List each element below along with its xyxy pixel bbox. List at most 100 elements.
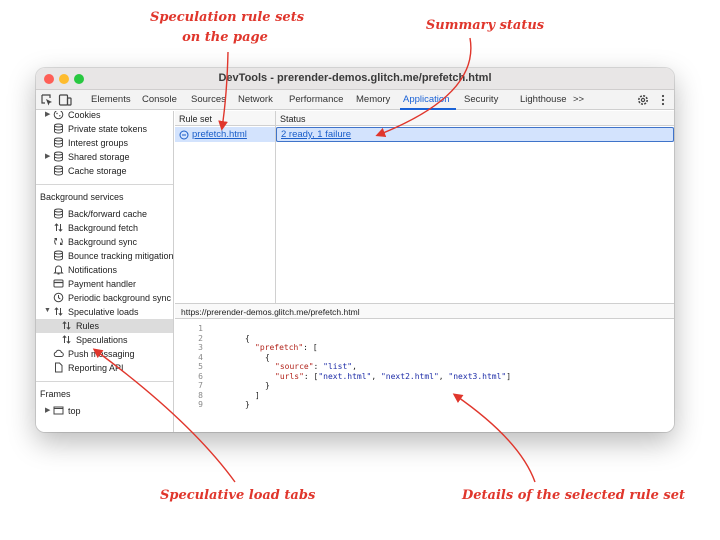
line-number: 6: [198, 371, 203, 381]
sidebar-item-label: top: [68, 406, 81, 416]
code-token: }: [245, 400, 250, 409]
expand-triangle-icon[interactable]: ▶: [45, 406, 50, 414]
sidebar-item-label: Interest groups: [68, 138, 129, 148]
more-tabs-button[interactable]: >>: [573, 94, 584, 105]
sidebar-item-cache-storage[interactable]: Cache storage: [36, 164, 173, 178]
up-down-arrows-icon: [54, 307, 63, 316]
up-down-arrows-icon: [54, 223, 63, 232]
annotation-details: Details of the selected rule set: [462, 488, 685, 503]
code-token: "next.html": [318, 371, 372, 381]
line-number: 8: [198, 390, 203, 400]
active-tab-indicator: [400, 108, 456, 110]
tab-elements[interactable]: Elements: [91, 94, 131, 105]
sidebar-item-label: Shared storage: [68, 152, 130, 162]
code-line: ]: [255, 391, 260, 401]
frame-window-icon: [53, 406, 64, 415]
cloud-icon: [53, 349, 64, 357]
sidebar-item-label: Private state tokens: [68, 124, 148, 134]
sidebar-item-label: Back/forward cache: [68, 209, 148, 219]
line-number: 2: [198, 333, 203, 343]
sidebar-divider: [36, 381, 173, 382]
code-token: "list": [323, 362, 353, 371]
cookie-icon: [53, 111, 64, 120]
rule-set-source: 1 2 3 4 5 6 7 8 9 { "prefetch": [ { "sou…: [175, 320, 674, 432]
sidebar-item-shared-storage[interactable]: ▶ Shared storage: [36, 150, 173, 164]
sidebar-item-frame-top[interactable]: ▶ top: [36, 404, 173, 418]
line-number: 3: [198, 343, 203, 352]
code-token: {: [265, 352, 270, 362]
tab-network[interactable]: Network: [238, 94, 273, 105]
line-number: 5: [198, 362, 203, 371]
sidebar-item-notifications[interactable]: Notifications: [36, 263, 173, 277]
sidebar-item-label: Bounce tracking mitigations: [68, 251, 174, 261]
section-frames: Frames: [40, 389, 71, 399]
sidebar-item-label: Push messaging: [68, 349, 135, 359]
up-down-arrows-icon: [62, 335, 71, 344]
column-header-rule-set[interactable]: Rule set: [179, 114, 212, 124]
sidebar-item-label: Payment handler: [68, 279, 137, 289]
up-down-arrows-icon: [62, 321, 71, 330]
sidebar-item-rules[interactable]: Rules: [36, 319, 173, 333]
sidebar-divider: [36, 184, 173, 185]
window-title: DevTools - prerender-demos.glitch.me/pre…: [218, 72, 492, 84]
code-line: "source": "list",: [275, 362, 357, 371]
code-token: "urls": [275, 371, 304, 381]
expand-triangle-icon[interactable]: ▶: [45, 111, 50, 118]
sidebar-item-push-messaging[interactable]: Push messaging: [36, 347, 173, 361]
collapse-triangle-icon[interactable]: ▼: [44, 307, 51, 314]
tab-memory[interactable]: Memory: [356, 94, 390, 105]
database-icon: [54, 137, 63, 148]
sidebar-item-label: Periodic background sync: [68, 293, 172, 303]
sidebar-item-cookies[interactable]: ▶ Cookies: [36, 111, 173, 122]
rule-set-link[interactable]: prefetch.html: [192, 129, 247, 140]
tab-sources[interactable]: Sources: [191, 94, 226, 105]
sidebar-item-background-fetch[interactable]: Background fetch: [36, 221, 173, 235]
gear-icon[interactable]: [636, 93, 650, 107]
sidebar-item-label: Background fetch: [68, 223, 139, 233]
line-number: 1: [198, 324, 203, 333]
device-toolbar-icon[interactable]: [58, 93, 72, 107]
database-icon: [54, 123, 63, 134]
sidebar-item-reporting-api[interactable]: Reporting API: [36, 361, 173, 375]
sidebar-item-label: Speculations: [76, 335, 128, 345]
column-header-status[interactable]: Status: [280, 114, 306, 124]
code-token: "next2.html": [380, 371, 439, 381]
sidebar-item-periodic-sync[interactable]: Periodic background sync: [36, 291, 173, 305]
sidebar-item-payment-handler[interactable]: Payment handler: [36, 277, 173, 291]
line-number: 7: [198, 381, 203, 390]
expand-triangle-icon[interactable]: ▶: [45, 152, 50, 160]
sidebar-item-private-state-tokens[interactable]: Private state tokens: [36, 122, 173, 136]
code-line: {: [265, 353, 270, 363]
tab-performance[interactable]: Performance: [289, 94, 343, 105]
database-icon: [54, 250, 63, 261]
sidebar-item-interest-groups[interactable]: Interest groups: [36, 136, 173, 150]
detail-url: https://prerender-demos.glitch.me/prefet…: [181, 307, 360, 317]
column-divider[interactable]: [275, 111, 276, 303]
code-token: "next3.html": [448, 371, 507, 381]
code-line: }: [265, 381, 270, 391]
annotation-speculative-tabs: Speculative load tabs: [160, 488, 316, 503]
code-line: {: [245, 334, 250, 344]
inspect-element-icon[interactable]: [40, 93, 54, 107]
sidebar-item-speculative-loads[interactable]: ▼ Speculative loads: [36, 305, 173, 319]
document-icon: [55, 362, 63, 373]
credit-card-icon: [53, 279, 64, 288]
database-icon: [54, 208, 63, 219]
tab-security[interactable]: Security: [464, 94, 498, 105]
rules-panel: Rule set Status prefetch.html 2 ready, 1…: [175, 111, 674, 432]
kebab-menu-icon[interactable]: [656, 93, 670, 107]
tab-application[interactable]: Application: [403, 94, 449, 105]
sidebar-item-back-forward-cache[interactable]: Back/forward cache: [36, 207, 173, 221]
sync-icon: [54, 238, 63, 245]
sidebar-item-label: Cookies: [68, 111, 101, 120]
bell-icon: [53, 265, 64, 275]
sidebar-item-background-sync[interactable]: Background sync: [36, 235, 173, 249]
tab-lighthouse[interactable]: Lighthouse: [520, 94, 566, 105]
sidebar-item-speculations[interactable]: Speculations: [36, 333, 173, 347]
tab-console[interactable]: Console: [142, 94, 177, 105]
sidebar-item-bounce-tracking[interactable]: Bounce tracking mitigations: [36, 249, 174, 263]
detail-url-bar: https://prerender-demos.glitch.me/prefet…: [175, 303, 674, 319]
clock-icon: [53, 292, 64, 303]
status-cell-focus-ring: [276, 127, 674, 142]
section-background-services: Background services: [40, 192, 124, 202]
